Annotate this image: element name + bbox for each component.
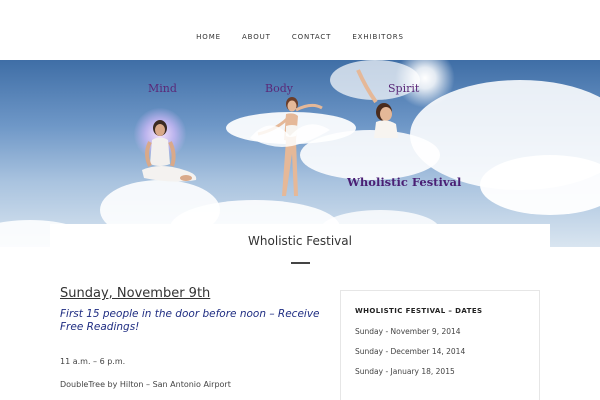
festival-dates-widget: WHOLISTIC FESTIVAL – DATES Sunday - Nove… [340,290,540,400]
dates-list: Sunday - November 9, 2014 Sunday - Decem… [355,327,525,376]
cloud-shape [480,155,600,215]
hero-word-spirit: Spirit [388,82,420,95]
nav-item-about[interactable]: ABOUT [242,33,271,41]
nav-item-home[interactable]: HOME [196,33,221,41]
hero-word-body: Body [265,82,293,95]
event-venue: DoubleTree by Hilton – San Antonio Airpo… [60,380,231,389]
date-list-item: Sunday - November 9, 2014 [355,327,461,336]
event-hours: 11 a.m. – 6 p.m. [60,357,126,366]
widget-title: WHOLISTIC FESTIVAL – DATES [355,307,483,315]
main-content: Sunday, November 9th First 15 people in … [60,286,320,389]
nav-item-contact[interactable]: CONTACT [292,33,332,41]
nav-menu: HOME ABOUT CONTACT EXHIBITORS [0,0,600,41]
hero-banner: Mind Body Spirit Wholistic Festival [0,60,600,247]
date-list-item: Sunday - January 18, 2015 [355,367,455,376]
promo-text: First 15 people in the door before noon … [60,308,320,333]
spirit-woman-figure [356,69,398,138]
main-navigation: HOME ABOUT CONTACT EXHIBITORS [0,0,600,60]
meditating-woman-figure [142,120,197,182]
hero-title: Wholistic Festival [347,175,462,189]
event-date-heading: Sunday, November 9th [60,286,211,301]
dancing-woman-figure [250,97,330,196]
title-divider [291,262,310,264]
date-list-item: Sunday - December 14, 2014 [355,347,466,356]
hero-word-mind: Mind [148,82,177,95]
page-title-panel: Wholistic Festival [50,224,550,254]
page-title: Wholistic Festival [248,234,352,248]
nav-item-exhibitors[interactable]: EXHIBITORS [352,33,404,41]
